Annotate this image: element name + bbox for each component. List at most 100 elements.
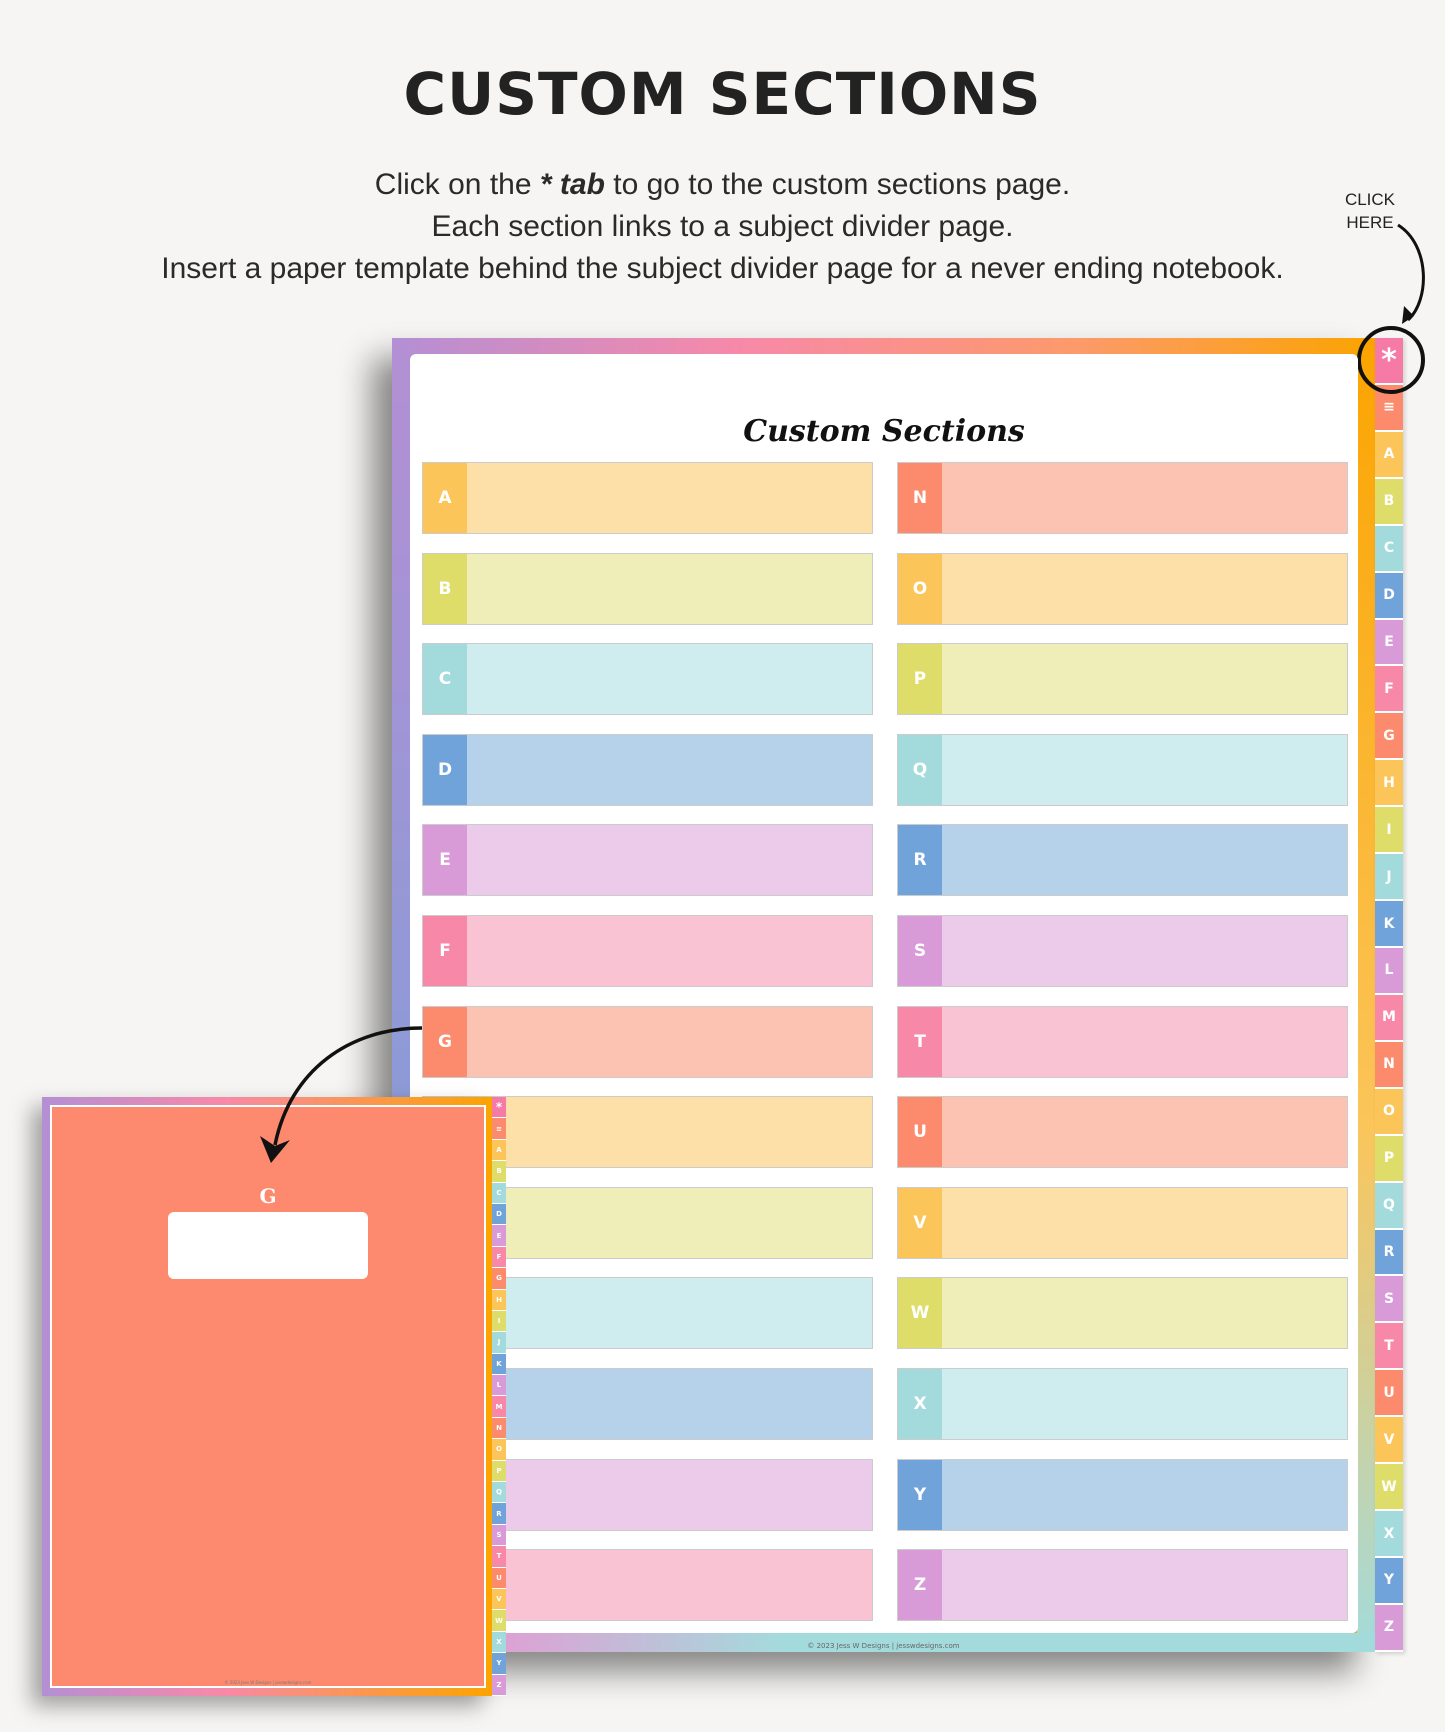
section-row-d[interactable]: D (422, 733, 873, 806)
tab-e[interactable]: E (1375, 619, 1403, 667)
section-row-b[interactable]: B (422, 552, 873, 625)
section-name-field[interactable] (942, 553, 1347, 624)
tab-o[interactable]: O (492, 1439, 506, 1461)
tab-h[interactable]: H (1375, 760, 1403, 808)
section-row-n[interactable]: N (897, 462, 1348, 534)
tab-d[interactable]: D (492, 1203, 506, 1226)
tab-a[interactable]: A (492, 1139, 506, 1162)
section-row-s[interactable]: S (897, 915, 1348, 987)
section-name-field[interactable] (942, 734, 1347, 805)
section-name-field[interactable] (467, 916, 872, 986)
tab-r[interactable]: R (1375, 1229, 1403, 1277)
tab-x[interactable]: X (1375, 1511, 1403, 1558)
section-row-o[interactable]: O (897, 552, 1348, 625)
tab-x[interactable]: X (492, 1631, 506, 1654)
tab-c[interactable]: C (492, 1182, 506, 1204)
tab-l[interactable]: L (1375, 947, 1403, 995)
section-row-w[interactable]: W (897, 1277, 1348, 1350)
section-name-field[interactable] (467, 644, 872, 715)
tab-j[interactable]: J (1375, 854, 1403, 902)
tab-u[interactable]: U (1375, 1370, 1403, 1418)
section-row-p[interactable]: P (897, 643, 1348, 716)
section-name-field[interactable] (942, 916, 1347, 986)
tab-g[interactable]: G (492, 1268, 506, 1290)
section-name-field[interactable] (467, 1459, 872, 1530)
tab-o[interactable]: O (1375, 1088, 1403, 1136)
tab-i[interactable]: I (492, 1310, 506, 1333)
section-row-a[interactable]: A (422, 462, 873, 534)
tab-f[interactable]: F (1375, 666, 1403, 714)
tab-n[interactable]: N (492, 1417, 506, 1440)
section-row-u[interactable]: U (897, 1096, 1348, 1169)
tab-l[interactable]: L (492, 1375, 506, 1397)
section-row-f[interactable]: F (422, 915, 873, 987)
tab-z[interactable]: Z (1375, 1604, 1403, 1652)
tab-j[interactable]: J (492, 1332, 506, 1354)
section-name-field[interactable] (942, 463, 1347, 533)
section-name-field[interactable] (467, 1097, 872, 1168)
section-row-c[interactable]: C (422, 643, 873, 716)
tab-h[interactable]: H (492, 1289, 506, 1311)
section-name-field[interactable] (942, 1459, 1347, 1530)
tab-p[interactable]: P (492, 1460, 506, 1483)
tab-z[interactable]: Z (492, 1674, 506, 1696)
section-row-q[interactable]: Q (897, 733, 1348, 806)
section-name-field[interactable] (467, 825, 872, 896)
tab-u[interactable]: U (492, 1567, 506, 1589)
tab-i[interactable]: I (1375, 807, 1403, 855)
section-name-field[interactable] (467, 1187, 872, 1258)
section-name-field[interactable] (942, 825, 1347, 896)
section-row-x[interactable]: X (897, 1368, 1348, 1440)
section-row-r[interactable]: R (897, 824, 1348, 897)
section-name-field[interactable] (467, 1278, 872, 1349)
tab-d[interactable]: D (1375, 572, 1403, 620)
section-row-t[interactable]: T (897, 1005, 1348, 1078)
tab-b[interactable]: B (492, 1161, 506, 1183)
section-row-y[interactable]: Y (897, 1458, 1348, 1531)
tab-v[interactable]: V (1375, 1417, 1403, 1465)
tab-k[interactable]: K (492, 1353, 506, 1376)
tab-f[interactable]: F (492, 1246, 506, 1269)
section-row-g[interactable]: G (422, 1005, 873, 1078)
section-name-field[interactable] (942, 1187, 1347, 1258)
tab-k[interactable]: K (1375, 901, 1403, 948)
tab-g[interactable]: G (1375, 713, 1403, 761)
tab-c[interactable]: C (1375, 525, 1403, 573)
section-name-field[interactable] (467, 463, 872, 533)
tab-n[interactable]: N (1375, 1041, 1403, 1089)
tab-w[interactable]: W (492, 1610, 506, 1632)
tab-w[interactable]: W (1375, 1464, 1403, 1512)
tab-a[interactable]: A (1375, 431, 1403, 479)
menu-icon[interactable]: ≡ (492, 1118, 506, 1140)
section-name-field[interactable] (467, 553, 872, 624)
section-row-e[interactable]: E (422, 824, 873, 897)
tab-s[interactable]: S (492, 1524, 506, 1547)
tab-t[interactable]: T (492, 1546, 506, 1568)
section-name-field[interactable] (467, 1550, 872, 1621)
tab-b[interactable]: B (1375, 478, 1403, 526)
section-name-field[interactable] (942, 1097, 1347, 1168)
tab-e[interactable]: E (492, 1225, 506, 1247)
tab-q[interactable]: Q (1375, 1182, 1403, 1230)
section-row-z[interactable]: Z (897, 1549, 1348, 1622)
asterisk-icon[interactable]: * (492, 1097, 506, 1119)
section-name-field[interactable] (942, 1278, 1347, 1349)
tab-y[interactable]: Y (1375, 1557, 1403, 1605)
tab-p[interactable]: P (1375, 1135, 1403, 1183)
tab-m[interactable]: M (1375, 994, 1403, 1042)
section-name-field[interactable] (942, 1006, 1347, 1077)
tab-v[interactable]: V (492, 1588, 506, 1611)
section-name-field[interactable] (942, 1369, 1347, 1439)
section-name-field[interactable] (942, 644, 1347, 715)
tab-q[interactable]: Q (492, 1482, 506, 1504)
tab-m[interactable]: M (492, 1396, 506, 1418)
section-name-field[interactable] (942, 1550, 1347, 1621)
tab-s[interactable]: S (1375, 1276, 1403, 1324)
divider-title-box[interactable] (168, 1212, 368, 1279)
section-row-v[interactable]: V (897, 1186, 1348, 1259)
tab-t[interactable]: T (1375, 1323, 1403, 1371)
tab-r[interactable]: R (492, 1503, 506, 1525)
tab-y[interactable]: Y (492, 1653, 506, 1675)
section-name-field[interactable] (467, 1369, 872, 1439)
section-name-field[interactable] (467, 734, 872, 805)
